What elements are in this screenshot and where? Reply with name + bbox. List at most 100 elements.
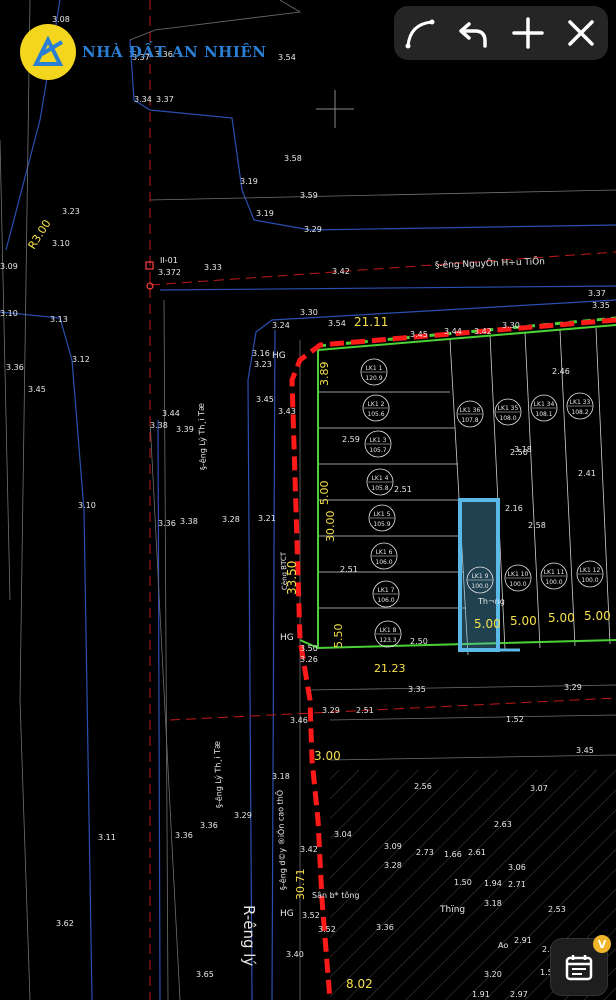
elevation-label: 2.46 bbox=[552, 367, 570, 376]
elevation-label: 3.36 bbox=[158, 519, 176, 528]
lot-id: LK1 6 bbox=[376, 549, 393, 556]
elevation-label: 3.21 bbox=[258, 514, 276, 523]
elevation-label: 2.73 bbox=[416, 848, 434, 857]
lot-id: LK1 10 bbox=[508, 571, 529, 578]
calendar-icon bbox=[565, 955, 593, 981]
elevation-label: 2.50 bbox=[410, 637, 428, 646]
map-label: Ao bbox=[498, 941, 508, 950]
lot-id: LK1 2 bbox=[368, 401, 385, 408]
lot-area: 105.9 bbox=[373, 521, 390, 528]
map-label: HG bbox=[280, 633, 294, 643]
elevation-label: 3.37 bbox=[156, 95, 174, 104]
lot-area: 108.0 bbox=[499, 415, 516, 422]
elevation-label: 3.29 bbox=[234, 811, 252, 820]
elevation-label: 3.43 bbox=[278, 407, 296, 416]
elevation-label: 3.23 bbox=[62, 207, 80, 216]
elevation-label: 2.58 bbox=[528, 521, 546, 530]
elevation-label: 3.54 bbox=[328, 319, 346, 328]
map-label: II-01 bbox=[160, 256, 178, 265]
lot-area: 108.2 bbox=[571, 409, 588, 416]
elevation-label: 3.52 bbox=[302, 911, 320, 920]
elevation-label: 3.19 bbox=[256, 209, 274, 218]
street-label: R-êng lý bbox=[240, 905, 258, 966]
elevation-label: 3.42 bbox=[474, 327, 492, 336]
elevation-label: 2.41 bbox=[578, 469, 596, 478]
dimension-label: 5.00 bbox=[474, 617, 501, 631]
map-label: Sân b* tông bbox=[312, 890, 359, 900]
elevation-label: 3.65 bbox=[196, 970, 214, 979]
dimension-label: 30.00 bbox=[324, 511, 337, 543]
elevation-label: 3.19 bbox=[240, 177, 258, 186]
elevation-label: 3.33 bbox=[204, 263, 222, 272]
lot-area: 105.7 bbox=[369, 447, 386, 454]
lot-id: LK1 3 bbox=[370, 437, 387, 444]
dimension-label: 3.89 bbox=[318, 362, 331, 387]
dimension-label: 5.00 bbox=[510, 614, 537, 628]
elevation-label: 3.28 bbox=[222, 515, 240, 524]
elevation-label: 3.29 bbox=[564, 683, 582, 692]
lot-id: LK1 5 bbox=[374, 511, 391, 518]
dimension-label: 33.50 bbox=[285, 561, 299, 595]
elevation-label: 3.28 bbox=[384, 861, 402, 870]
elevation-label: 3.42 bbox=[332, 267, 350, 276]
elevation-label: 3.09 bbox=[384, 842, 402, 851]
elevation-label: 3.35 bbox=[592, 301, 610, 310]
elevation-label: 3.10 bbox=[78, 501, 96, 510]
elevation-label: 3.45 bbox=[576, 746, 594, 755]
elevation-label: 3.38 bbox=[180, 517, 198, 526]
lot-id: LK1 8 bbox=[380, 627, 397, 634]
close-button[interactable] bbox=[559, 11, 603, 55]
elevation-label: 1.50 bbox=[454, 878, 472, 887]
brand-logo: NHÀ ĐẤT AN NHIÊN bbox=[20, 24, 267, 80]
lot-id: LK1 1 bbox=[366, 365, 383, 372]
elevation-label: 3.29 bbox=[322, 706, 340, 715]
undo-button[interactable] bbox=[452, 11, 496, 55]
elevation-label: 3.44 bbox=[162, 409, 180, 418]
schedule-button[interactable]: V bbox=[550, 935, 611, 996]
dimension-label: 5.00 bbox=[318, 481, 331, 506]
undo-icon bbox=[459, 22, 487, 48]
add-button[interactable] bbox=[506, 11, 550, 55]
brand-name: NHÀ ĐẤT AN NHIÊN bbox=[82, 43, 267, 61]
lot-area: 107.8 bbox=[461, 417, 478, 424]
elevation-label: 3.09 bbox=[0, 262, 18, 271]
lot-id: LK1 33 bbox=[570, 399, 591, 406]
dimension-label: 21.23 bbox=[374, 662, 406, 675]
lot-area: 100.0 bbox=[581, 577, 598, 584]
lot-area: 106.0 bbox=[375, 559, 392, 566]
elevation-label: 3.39 bbox=[176, 425, 194, 434]
elevation-label: 3.36 bbox=[175, 831, 193, 840]
elevation-label: 3.04 bbox=[334, 830, 352, 839]
arc-icon bbox=[405, 19, 435, 49]
cad-map-canvas[interactable]: §-êng NguyÔn H÷u TiÕn§-êng Lý Th¸i Tæ§-ê… bbox=[0, 0, 616, 1000]
lot-area: 100.0 bbox=[471, 583, 488, 590]
elevation-label: 3.34 bbox=[134, 95, 152, 104]
elevation-label: 2.51 bbox=[356, 706, 374, 715]
elevation-label: 3.12 bbox=[72, 355, 90, 364]
elevation-label: 3.07 bbox=[530, 784, 548, 793]
elevation-label: 1.52 bbox=[506, 715, 524, 724]
elevation-label: 3.36 bbox=[376, 923, 394, 932]
elevation-label: 3.50 bbox=[300, 644, 318, 653]
lot-id: LK1 36 bbox=[460, 407, 481, 414]
logo-emblem-icon bbox=[20, 24, 76, 80]
elevation-label: 1.66 bbox=[444, 850, 462, 859]
lot-area: 100.0 bbox=[509, 581, 526, 588]
dimension-label: 30.71 bbox=[294, 869, 307, 901]
elevation-label: 3.06 bbox=[508, 863, 526, 872]
elevation-label: 1.94 bbox=[484, 879, 502, 888]
elevation-label: 3.37 bbox=[588, 289, 606, 298]
map-label: Th¬ng bbox=[477, 597, 505, 606]
fab-badge: V bbox=[593, 935, 611, 953]
elevation-label: 2.51 bbox=[394, 485, 412, 494]
elevation-label: 3.45 bbox=[28, 385, 46, 394]
elevation-label: 3.30 bbox=[300, 308, 318, 317]
elevation-label: 3.10 bbox=[52, 239, 70, 248]
elevation-label: 3.54 bbox=[278, 53, 296, 62]
elevation-label: 3.45 bbox=[256, 395, 274, 404]
arc-tool-button[interactable] bbox=[399, 11, 443, 55]
map-label: Thïng bbox=[439, 905, 465, 915]
elevation-label: 3.44 bbox=[444, 327, 462, 336]
elevation-label: 3.58 bbox=[284, 154, 302, 163]
dimension-label: 8.02 bbox=[346, 977, 373, 991]
